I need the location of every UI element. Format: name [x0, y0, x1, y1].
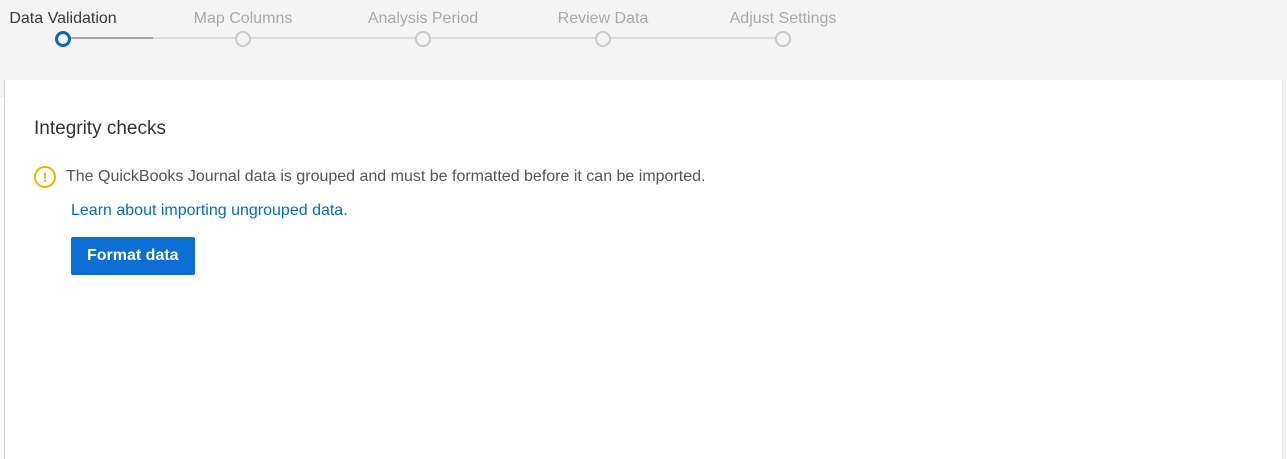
- stepper-track-2: [243, 37, 423, 39]
- step-label-review-data[interactable]: Review Data: [558, 10, 649, 28]
- step-label-analysis-period[interactable]: Analysis Period: [368, 10, 478, 28]
- stepper-track-3: [423, 37, 603, 39]
- stepper-track-1b: [153, 37, 243, 39]
- warning-message: ! The QuickBooks Journal data is grouped…: [34, 166, 705, 188]
- step-label-map-columns[interactable]: Map Columns: [194, 10, 293, 28]
- step-dot-data-validation[interactable]: [55, 31, 71, 47]
- step-dot-review-data[interactable]: [595, 31, 611, 47]
- integrity-checks-panel: Integrity checks ! The QuickBooks Journa…: [4, 80, 1283, 459]
- warning-text: The QuickBooks Journal data is grouped a…: [66, 168, 706, 185]
- step-label-adjust-settings[interactable]: Adjust Settings: [730, 10, 837, 28]
- stepper-track-4: [603, 37, 783, 39]
- stepper-track-1: [63, 37, 153, 39]
- wizard-stepper: Data Validation Map Columns Analysis Per…: [0, 0, 1287, 80]
- step-dot-adjust-settings[interactable]: [775, 31, 791, 47]
- step-dot-map-columns[interactable]: [235, 31, 251, 47]
- learn-ungrouped-data-link[interactable]: Learn about importing ungrouped data.: [71, 202, 348, 220]
- section-title: Integrity checks: [34, 118, 166, 139]
- format-data-button[interactable]: Format data: [71, 237, 195, 275]
- warning-circle-icon: !: [34, 166, 56, 188]
- step-dot-analysis-period[interactable]: [415, 31, 431, 47]
- step-label-data-validation[interactable]: Data Validation: [9, 10, 116, 28]
